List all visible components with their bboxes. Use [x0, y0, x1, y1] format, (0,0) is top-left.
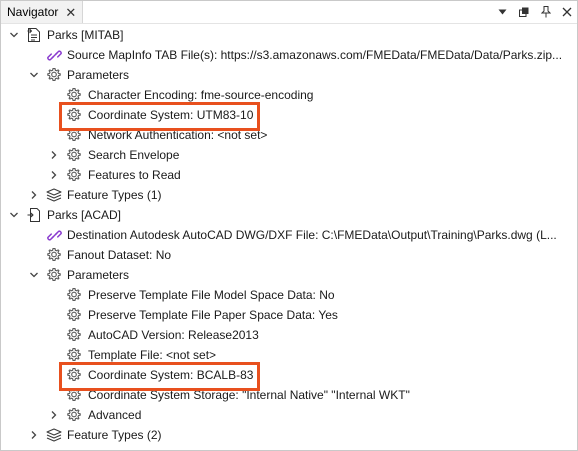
navigator-tab[interactable]: Navigator ✕: [1, 1, 83, 23]
paper-space-label: Preserve Template File Paper Space Data:…: [88, 308, 338, 322]
fanout-label: Fanout Dataset: No: [67, 248, 172, 262]
gear-icon: [65, 326, 83, 344]
writer-icon: [25, 206, 43, 224]
dataset-link-icon: [45, 226, 63, 244]
tree-node-reader[interactable]: Parks [MITAB]: [1, 25, 577, 45]
highlight-box-reader-coord-system: [59, 102, 260, 131]
gear-icon: [65, 146, 83, 164]
dataset-link-icon: [45, 46, 63, 64]
tree-node-source[interactable]: Source MapInfo TAB File(s): https://s3.a…: [1, 45, 577, 65]
gear-icon: [65, 286, 83, 304]
search-envelope-label: Search Envelope: [88, 148, 180, 162]
layers-icon: [45, 426, 63, 444]
feature-types-label: Feature Types (1): [67, 188, 162, 202]
chevron-right-icon[interactable]: [28, 185, 40, 205]
float-icon[interactable]: [515, 3, 533, 21]
tree-node-fanout[interactable]: Fanout Dataset: No: [1, 245, 577, 265]
chevron-down-icon[interactable]: [8, 205, 20, 225]
tree-node-destination[interactable]: Destination Autodesk AutoCAD DWG/DXF Fil…: [1, 225, 577, 245]
acad-version-label: AutoCAD Version: Release2013: [88, 328, 259, 342]
chevron-down-icon[interactable]: [8, 25, 20, 45]
parameters-label: Parameters: [67, 268, 130, 282]
tab-close-icon[interactable]: ✕: [65, 6, 76, 19]
navigator-panel: Navigator ✕ Parks [MITAB] Source MapInfo…: [0, 0, 578, 451]
tree-node-reader-parameters[interactable]: Parameters: [1, 65, 577, 85]
model-space-label: Preserve Template File Model Space Data:…: [88, 288, 335, 302]
gear-icon: [45, 266, 63, 284]
reader-icon: [25, 26, 43, 44]
reader-label: Parks [MITAB]: [47, 28, 124, 42]
tree-node-writer[interactable]: Parks [ACAD]: [1, 205, 577, 225]
tree-node-reader-feature-types[interactable]: Feature Types (1): [1, 185, 577, 205]
tree-node-paper-space[interactable]: Preserve Template File Paper Space Data:…: [1, 305, 577, 325]
tree-node-model-space[interactable]: Preserve Template File Model Space Data:…: [1, 285, 577, 305]
chevron-right-icon[interactable]: [48, 145, 60, 165]
chevron-down-icon[interactable]: [28, 265, 40, 285]
gear-icon: [45, 246, 63, 264]
navigator-tab-label: Navigator: [7, 5, 59, 19]
pin-icon[interactable]: [537, 3, 555, 21]
panel-close-icon[interactable]: [558, 3, 576, 21]
tree-node-acad-version[interactable]: AutoCAD Version: Release2013: [1, 325, 577, 345]
chevron-down-icon[interactable]: [28, 65, 40, 85]
tree-node-features-to-read[interactable]: Features to Read: [1, 165, 577, 185]
feature-types-label: Feature Types (2): [67, 428, 162, 442]
gear-icon: [65, 406, 83, 424]
char-encoding-label: Character Encoding: fme-source-encoding: [88, 88, 314, 102]
gear-icon: [65, 306, 83, 324]
features-to-read-label: Features to Read: [88, 168, 181, 182]
source-dataset-label: Source MapInfo TAB File(s): https://s3.a…: [67, 48, 563, 62]
gear-icon: [65, 166, 83, 184]
highlight-box-writer-coord-system: [59, 362, 260, 391]
writer-label: Parks [ACAD]: [47, 208, 122, 222]
parameters-label: Parameters: [67, 68, 130, 82]
destination-dataset-label: Destination Autodesk AutoCAD DWG/DXF Fil…: [67, 228, 557, 242]
layers-icon: [45, 186, 63, 204]
panel-titlebar: Navigator ✕: [1, 1, 577, 24]
chevron-right-icon[interactable]: [48, 405, 60, 425]
tree-node-writer-feature-types[interactable]: Feature Types (2): [1, 425, 577, 445]
tree-node-advanced[interactable]: Advanced: [1, 405, 577, 425]
dropdown-icon[interactable]: [493, 3, 511, 21]
gear-icon: [45, 66, 63, 84]
tree-node-writer-parameters[interactable]: Parameters: [1, 265, 577, 285]
chevron-right-icon[interactable]: [48, 165, 60, 185]
tree-node-search-envelope[interactable]: Search Envelope: [1, 145, 577, 165]
advanced-label: Advanced: [88, 408, 142, 422]
chevron-right-icon[interactable]: [28, 425, 40, 445]
template-file-label: Template File: <not set>: [88, 348, 217, 362]
